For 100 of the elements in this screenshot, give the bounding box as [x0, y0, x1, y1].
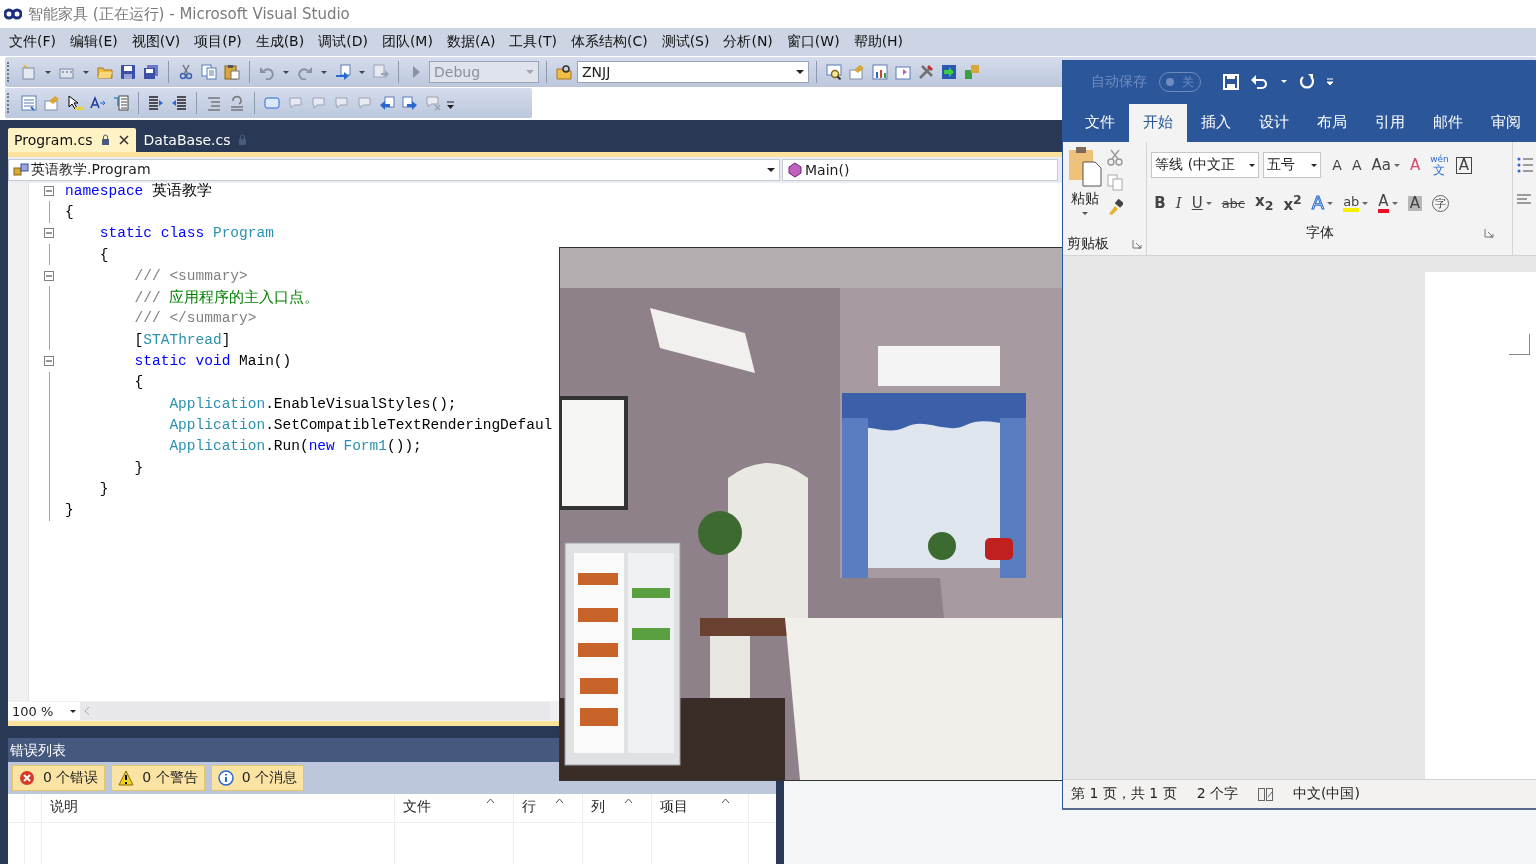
paste-button[interactable]: 粘贴	[1067, 146, 1103, 233]
blocks-icon[interactable]	[964, 64, 980, 80]
copy-icon[interactable]	[201, 64, 217, 80]
format-button[interactable]: abc	[1218, 196, 1249, 210]
document-tab[interactable]: DataBase.cs	[137, 128, 254, 152]
properties-icon[interactable]	[44, 95, 60, 111]
filter-button[interactable]: 0 个消息	[210, 765, 305, 791]
format-button[interactable]: I	[1172, 195, 1185, 211]
find-folder-icon[interactable]	[556, 64, 572, 80]
format-button[interactable]: U	[1188, 195, 1215, 211]
ribbon-tab[interactable]: 插入	[1187, 104, 1245, 142]
rectangle-icon[interactable]	[264, 95, 280, 111]
bullet-list-icon[interactable]	[1517, 156, 1533, 174]
menu-item[interactable]: 分析(N)	[716, 33, 780, 51]
format-button[interactable]: A	[1348, 158, 1365, 172]
lines-icon[interactable]	[206, 95, 222, 111]
sort-chevron-icon	[486, 798, 495, 804]
menu-item[interactable]: 文件(F)	[2, 33, 63, 51]
collapse-icon[interactable]	[44, 185, 54, 196]
menu-item[interactable]: 数据(A)	[439, 33, 503, 51]
outdent-icon[interactable]	[171, 95, 187, 111]
menu-item[interactable]: 体系结构(C)	[563, 33, 655, 51]
menu-item[interactable]: 生成(B)	[248, 33, 312, 51]
filter-button[interactable]: 0 个错误	[12, 765, 106, 791]
format-button[interactable]: A	[1329, 158, 1345, 172]
align-left-icon[interactable]	[1517, 192, 1531, 206]
menu-item[interactable]: 项目(P)	[187, 33, 249, 51]
format-button[interactable]: B	[1151, 195, 1169, 211]
type-dropdown[interactable]: 英语教学.Program	[8, 159, 780, 181]
text-format-icon[interactable]	[90, 95, 106, 111]
ribbon-tab[interactable]: 引用	[1361, 104, 1419, 142]
dialog-launcher-icon[interactable]	[1132, 239, 1143, 249]
column-header[interactable]: 说明	[42, 794, 395, 822]
tools-icon[interactable]	[918, 64, 934, 80]
member-dropdown[interactable]: Main()	[782, 159, 1058, 181]
scissors-icon[interactable]	[178, 64, 194, 80]
collapse-icon[interactable]	[44, 270, 54, 281]
format-button[interactable]: A	[1455, 156, 1473, 174]
indent-icon[interactable]	[148, 95, 164, 111]
format-button[interactable]: x$_{2}$	[1252, 193, 1277, 213]
properties-icon[interactable]	[849, 64, 865, 80]
format-button[interactable]: A	[1406, 157, 1424, 173]
ribbon-tab[interactable]: 邮件	[1419, 104, 1477, 142]
format-button[interactable]: ab	[1340, 194, 1372, 212]
search-window-icon[interactable]	[826, 64, 842, 80]
back-arrow-icon[interactable]	[379, 95, 395, 111]
menu-item[interactable]: 团队(M)	[374, 33, 440, 51]
menu-item[interactable]: 编辑(E)	[63, 33, 125, 51]
ribbon-tab[interactable]: 文件	[1071, 104, 1129, 142]
enter-arrow-icon[interactable]	[941, 64, 957, 80]
menu-item[interactable]: 帮助(H)	[846, 33, 911, 51]
menu-item[interactable]: 视图(V)	[124, 33, 188, 51]
format-button[interactable]: x$^{2}$	[1280, 193, 1305, 213]
undo-icon[interactable]	[1251, 74, 1269, 90]
proofing-icon[interactable]	[1258, 786, 1273, 802]
format-painter-icon[interactable]	[1107, 199, 1123, 216]
filter-button[interactable]: 0 个警告	[111, 765, 205, 791]
scissors-icon[interactable]	[1107, 149, 1123, 166]
column-header[interactable]: 项目	[652, 794, 749, 822]
navigate-back-icon[interactable]	[335, 64, 351, 80]
bubble-delete-icon[interactable]	[425, 95, 441, 111]
project-dropdown[interactable]: ZNJJ	[577, 61, 809, 83]
save-icon[interactable]	[1223, 74, 1239, 90]
close-icon[interactable]	[117, 134, 130, 146]
document-tab[interactable]: Program.cs	[8, 128, 136, 152]
format-button[interactable]: wén 文	[1427, 154, 1452, 176]
document-icon[interactable]	[895, 64, 911, 80]
uncomment-icon[interactable]	[229, 95, 245, 111]
menu-item[interactable]: 调试(D)	[311, 33, 375, 51]
forward-arrow-icon[interactable]	[402, 95, 418, 111]
menu-item[interactable]: 工具(T)	[502, 33, 564, 51]
document-arrow-icon[interactable]	[373, 64, 389, 80]
horizontal-scrollbar[interactable]	[80, 702, 550, 720]
format-button[interactable]: A	[1375, 193, 1401, 213]
font-size-field[interactable]: 五号	[1263, 152, 1322, 178]
save-all-icon[interactable]	[143, 64, 159, 80]
ribbon-tab[interactable]: 开始	[1129, 104, 1187, 142]
zoom-dropdown[interactable]: 100 %	[8, 702, 80, 720]
collapse-icon[interactable]	[44, 356, 54, 366]
redo-icon[interactable]	[1299, 74, 1315, 90]
warning-icon	[118, 770, 135, 786]
column-header[interactable]: 行	[514, 794, 583, 822]
column-header[interactable]: 列	[583, 794, 652, 822]
format-button[interactable]: Aa	[1368, 157, 1403, 173]
dialog-launcher-icon[interactable]	[1483, 228, 1494, 238]
chart-window-icon[interactable]	[872, 64, 888, 80]
column-header[interactable]: 文件	[395, 794, 514, 822]
menu-item[interactable]: 窗口(W)	[779, 33, 847, 51]
menu-item[interactable]: 测试(S)	[654, 33, 717, 51]
save-icon[interactable]	[120, 64, 136, 80]
ribbon-tab[interactable]: 设计	[1245, 104, 1303, 142]
ribbon-tab[interactable]: 布局	[1303, 104, 1361, 142]
collapse-icon[interactable]	[44, 228, 54, 239]
pointer-icon[interactable]	[67, 95, 83, 111]
list-window-icon[interactable]	[21, 95, 37, 111]
font-name-field[interactable]: 等线 (中文正	[1151, 152, 1260, 178]
paste-icon[interactable]	[224, 64, 240, 80]
ribbon-tab[interactable]: 审阅	[1477, 104, 1535, 142]
language-indicator[interactable]: 中文(中国)	[1293, 785, 1360, 803]
document-list-icon[interactable]	[113, 95, 129, 111]
